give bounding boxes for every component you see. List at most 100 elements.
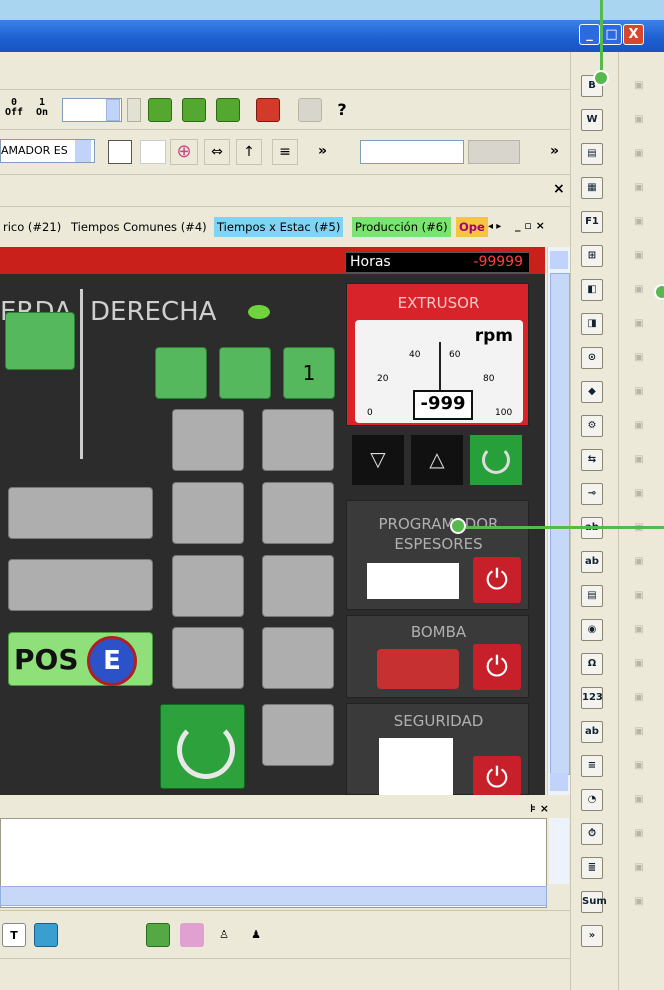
left-spray-button[interactable]	[5, 312, 75, 370]
right-tool-21-icon[interactable]: ◔	[581, 789, 603, 811]
eject-left-button[interactable]	[172, 627, 244, 689]
chart-icon[interactable]	[146, 923, 170, 947]
maximize-button[interactable]: □	[601, 24, 622, 45]
blank-box[interactable]	[140, 140, 166, 164]
right-tool-9-icon[interactable]: ◆	[581, 381, 603, 403]
tab-scroll-icon[interactable]: ◂ ▸	[488, 221, 501, 232]
pen-icon[interactable]	[106, 923, 130, 947]
open-icon[interactable]	[148, 98, 172, 122]
right-tool-22-icon[interactable]: ⏱	[581, 823, 603, 845]
programador-power-button[interactable]: ⏻	[473, 557, 521, 603]
start-cycle-button[interactable]	[160, 704, 245, 789]
lower-scrollbar[interactable]	[549, 818, 569, 884]
stamp-icon[interactable]: ♙	[212, 923, 236, 947]
blowing-left-button[interactable]	[172, 555, 244, 617]
rpm-up-button[interactable]: △	[411, 435, 463, 485]
crosshair-icon[interactable]: ⊕	[170, 139, 198, 165]
align-tool-15-icon[interactable]: ▣	[628, 585, 650, 607]
right-tool-4-icon[interactable]: F1	[581, 211, 603, 233]
tab-produccion[interactable]: Producción (#6)	[352, 217, 451, 237]
seguridad-power-button[interactable]: ⏻	[473, 756, 521, 795]
refresh-icon[interactable]	[182, 98, 206, 122]
align-tool-22-icon[interactable]: ▣	[628, 823, 650, 845]
chevron-down-icon[interactable]	[106, 99, 120, 121]
mold-close-right-button[interactable]	[262, 409, 334, 471]
align-tool-19-icon[interactable]: ▣	[628, 721, 650, 743]
align-tool-0-icon[interactable]: ▣	[628, 75, 650, 97]
pos-button[interactable]: POS E	[8, 632, 153, 686]
carriage-button[interactable]	[8, 487, 153, 539]
align-tool-8-icon[interactable]: ▣	[628, 347, 650, 369]
align-tool-3-icon[interactable]: ▣	[628, 177, 650, 199]
right-tool-5-icon[interactable]: ⊞	[581, 245, 603, 267]
align-tool-4-icon[interactable]: ▣	[628, 211, 650, 233]
tab-tiempos-comunes[interactable]: Tiempos Comunes (#4)	[68, 217, 210, 237]
align-tool-21-icon[interactable]: ▣	[628, 789, 650, 811]
right-tool-10-icon[interactable]: ⚙	[581, 415, 603, 437]
right-tool-6-icon[interactable]: ◧	[581, 279, 603, 301]
right-tool-15-icon[interactable]: ▤	[581, 585, 603, 607]
vertical-scrollbar[interactable]	[547, 247, 570, 795]
align-tool-24-icon[interactable]: ▣	[628, 891, 650, 913]
align-tool-16-icon[interactable]: ▣	[628, 619, 650, 641]
pane-pin-close[interactable]: ⊧ ×	[530, 802, 549, 815]
right-tool-12-icon[interactable]: ⊸	[581, 483, 603, 505]
right-tool-3-icon[interactable]: ▦	[581, 177, 603, 199]
right-tool-8-icon[interactable]: ⊙	[581, 347, 603, 369]
align-tool-23-icon[interactable]: ▣	[628, 857, 650, 879]
tool-buttons[interactable]	[468, 140, 520, 164]
tool-input[interactable]	[360, 140, 464, 164]
right-tool-11-icon[interactable]: ⇆	[581, 449, 603, 471]
align-tool-1-icon[interactable]: ▣	[628, 109, 650, 131]
align-tool-11-icon[interactable]: ▣	[628, 449, 650, 471]
right-tool-7-icon[interactable]: ◨	[581, 313, 603, 335]
robot-icon[interactable]	[256, 98, 280, 122]
blow-pin-left-button[interactable]	[172, 482, 244, 544]
help-icon[interactable]: ?	[330, 98, 354, 122]
right-tool-2-icon[interactable]: ▤	[581, 143, 603, 165]
rpm-down-button[interactable]: ▽	[352, 435, 404, 485]
wand-icon[interactable]	[74, 923, 98, 947]
right-tool-25-icon[interactable]: »	[581, 925, 603, 947]
spray-bottle-button[interactable]	[219, 347, 271, 399]
counter-button[interactable]: 1	[283, 347, 335, 399]
scroll-thumb[interactable]	[550, 273, 570, 775]
overflow-chevron-right[interactable]: »	[550, 139, 568, 165]
mold-close-left-button[interactable]	[172, 409, 244, 471]
right-tool-20-icon[interactable]: ≡	[581, 755, 603, 777]
spinner-control[interactable]	[127, 98, 141, 122]
blowing-right-button[interactable]	[262, 555, 334, 617]
eject-right-button[interactable]	[262, 627, 334, 689]
tab-historico[interactable]: rico (#21)	[0, 217, 64, 237]
right-tool-16-icon[interactable]: ◉	[581, 619, 603, 641]
spray-button[interactable]	[155, 347, 207, 399]
horizontal-scrollbar[interactable]	[0, 886, 547, 906]
scroll-down-icon[interactable]	[550, 773, 568, 791]
right-tool-14-icon[interactable]: ab	[581, 551, 603, 573]
overflow-chevron[interactable]: »	[318, 139, 336, 165]
bomba-power-button[interactable]: ⏻	[473, 644, 521, 690]
align-tool-6-icon[interactable]: ▣	[628, 279, 650, 301]
align-tool-10-icon[interactable]: ▣	[628, 415, 650, 437]
align-tool-17-icon[interactable]: ▣	[628, 653, 650, 675]
align-tool-9-icon[interactable]: ▣	[628, 381, 650, 403]
close-button[interactable]: X	[623, 24, 644, 45]
align-tool-20-icon[interactable]: ▣	[628, 755, 650, 777]
parison-cutter-button[interactable]	[8, 559, 153, 611]
blow-pin-right-button[interactable]	[262, 482, 334, 544]
horizontal-arrows-icon[interactable]: ⇔	[204, 139, 230, 165]
window-titlebar[interactable]	[0, 20, 664, 52]
align-tool-18-icon[interactable]: ▣	[628, 687, 650, 709]
right-tool-1-icon[interactable]: W	[581, 109, 603, 131]
align-tool-12-icon[interactable]: ▣	[628, 483, 650, 505]
align-tool-5-icon[interactable]: ▣	[628, 245, 650, 267]
right-tool-24-icon[interactable]: Sum	[581, 891, 607, 913]
right-tool-18-icon[interactable]: 123	[581, 687, 603, 709]
tab-operacion[interactable]: Ope	[456, 217, 488, 237]
palette-icon[interactable]	[180, 923, 204, 947]
tab-tiempos-estac[interactable]: Tiempos x Estac (#5)	[214, 217, 344, 237]
chevron-down-icon[interactable]	[75, 140, 91, 162]
text-tool-icon[interactable]: T	[2, 923, 26, 947]
align-tool-14-icon[interactable]: ▣	[628, 551, 650, 573]
extrusor-power-button[interactable]	[470, 435, 522, 485]
